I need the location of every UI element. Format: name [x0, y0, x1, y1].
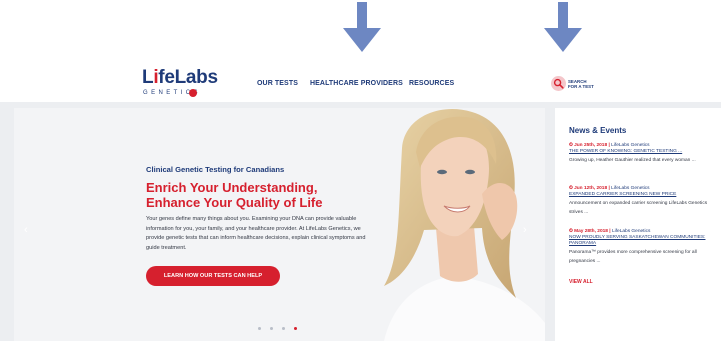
lifelabs-genetics-logo[interactable]: LifeLabs GENETICS [142, 68, 220, 102]
carousel-dot[interactable] [270, 327, 273, 330]
news-title: News & Events [569, 126, 627, 135]
carousel-dot[interactable] [282, 327, 285, 330]
news-desc: Panorama™ provides more comprehensive sc… [569, 250, 697, 264]
magnifier-icon [551, 76, 566, 91]
woman-portrait-image [354, 108, 545, 341]
news-item: ⏲ Jun 12th, 2018 | LifeLabs Genetics EXP… [569, 186, 709, 217]
news-date-text: Jun 25th, 2018 [574, 143, 608, 148]
news-source: LifeLabs Genetics [611, 186, 650, 191]
news-item: ⏲ Jun 25th, 2018 | LifeLabs Genetics THE… [569, 143, 709, 166]
carousel-dot-active[interactable] [294, 327, 297, 330]
carousel-dots [258, 326, 302, 332]
nav-healthcare-providers[interactable]: HEALTHCARE PROVIDERS [310, 80, 403, 87]
news-desc: Announcement on expanded carrier screeni… [569, 201, 708, 215]
nav-resources[interactable]: RESOURCES [409, 80, 454, 87]
chevron-right-icon[interactable]: › [523, 224, 527, 236]
hero-body-text: Your genes define many things about you.… [146, 216, 366, 251]
hero-title-line2: Enhance Your Quality of Life [146, 195, 323, 210]
news-source: LifeLabs Genetics [611, 143, 650, 148]
hero-title: Enrich Your Understanding, Enhance Your … [146, 180, 323, 210]
news-date-text: Jun 12th, 2018 [574, 186, 608, 191]
hero-kicker: Clinical Genetic Testing for Canadians [146, 165, 285, 174]
news-source: LifeLabs Genetics [611, 229, 651, 234]
learn-how-button[interactable]: LEARN HOW OUR TESTS CAN HELP [146, 266, 280, 286]
search-for-a-test-button[interactable]: SEARCH FOR A TEST [551, 74, 611, 96]
news-date-text: May 28th, 2018 [574, 229, 608, 234]
nav-our-tests[interactable]: OUR TESTS [257, 80, 298, 87]
logo-dot [189, 89, 197, 97]
search-test-label: SEARCH FOR A TEST [568, 79, 594, 89]
hero-title-line1: Enrich Your Understanding, [146, 180, 318, 195]
carousel-dot[interactable] [258, 327, 261, 330]
news-link[interactable]: NOW PROUDLY SERVING SASKATCHEWAN COMMUNI… [569, 235, 709, 247]
hero-carousel: Clinical Genetic Testing for Canadians E… [14, 108, 545, 341]
news-desc: Growing up, Heather Gauthier realized th… [569, 158, 696, 164]
chevron-left-icon[interactable]: ‹ [24, 224, 28, 236]
down-arrow-icon [544, 2, 582, 52]
search-test-line2: FOR A TEST [568, 84, 594, 89]
news-link[interactable]: EXPANDED CARRIER SCREENING NEW PRICE [569, 192, 709, 198]
lifelabs-homepage: LifeLabs GENETICS OUR TESTS HEALTHCARE P… [0, 0, 721, 341]
down-arrow-icon [343, 2, 381, 52]
news-item: ⏲ May 28th, 2018 | LifeLabs Genetics NOW… [569, 229, 709, 266]
news-events-panel: News & Events ⏲ Jun 25th, 2018 | LifeLab… [555, 108, 721, 341]
logo-wordmark: LifeLabs [142, 67, 218, 88]
view-all-link[interactable]: VIEW ALL [569, 279, 593, 285]
news-link[interactable]: THE POWER OF KNOWING: GENETIC TESTING ..… [569, 149, 709, 155]
